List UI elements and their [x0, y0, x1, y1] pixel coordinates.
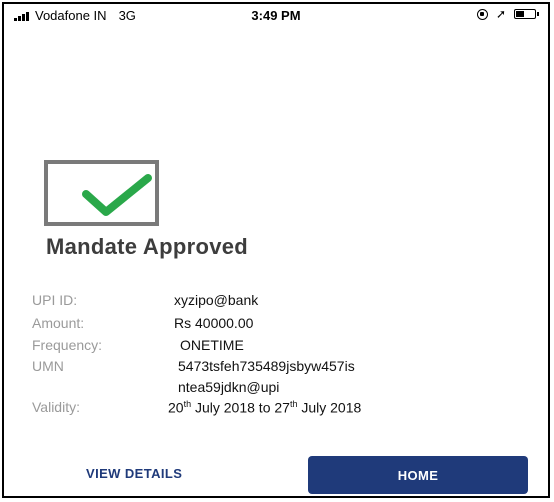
umn-label: UMN: [32, 358, 64, 374]
amount-label: Amount:: [32, 315, 85, 331]
validity-to-rest: July 2018: [297, 399, 362, 416]
battery-icon: [514, 9, 539, 19]
upi-id-label: UPI ID:: [32, 292, 78, 308]
validity-value: 20th July 2018 to 27th July 2018: [168, 399, 361, 416]
detail-row-amount: Amount: Rs 40000.00: [32, 315, 532, 337]
location-arrow-icon: ➚: [495, 7, 506, 21]
status-bar: Vodafone IN 3G 3:49 PM ➚: [4, 4, 548, 28]
detail-row-umn: UMN 5473tsfeh735489jsbyw457is: [32, 358, 532, 380]
phone-screen: Vodafone IN 3G 3:49 PM ➚ Mandate Approve…: [2, 2, 550, 498]
amount-value: Rs 40000.00: [174, 315, 254, 331]
umn-value-line2: ntea59jdkn@upi: [178, 379, 280, 395]
frequency-value: ONETIME: [180, 337, 244, 353]
detail-row-validity: Validity: 20th July 2018 to 27th July 20…: [32, 399, 532, 421]
validity-from-day: 20: [168, 399, 184, 416]
status-icons: ➚: [476, 7, 539, 21]
validity-from-rest: July 2018 to: [191, 399, 275, 416]
detail-row-umn-cont: ntea59jdkn@upi: [32, 379, 532, 401]
umn-value-line1: 5473tsfeh735489jsbyw457is: [178, 358, 355, 374]
page-title: Mandate Approved: [46, 234, 249, 259]
detail-row-frequency: Frequency: ONETIME: [32, 337, 532, 359]
frequency-label: Frequency:: [32, 337, 103, 353]
status-time: 3:49 PM: [251, 8, 301, 23]
view-details-button[interactable]: VIEW DETAILS: [86, 466, 182, 481]
checkbox-checked-icon: [44, 160, 159, 226]
upi-id-value: xyzipo@bank: [174, 292, 259, 308]
validity-to-day: 27: [274, 399, 290, 416]
rotation-lock-icon: [476, 8, 488, 20]
home-button[interactable]: HOME: [308, 456, 528, 494]
detail-row-upi-id: UPI ID: xyzipo@bank: [32, 292, 532, 314]
validity-label: Validity:: [32, 399, 80, 415]
validity-from-suffix: th: [183, 399, 192, 409]
